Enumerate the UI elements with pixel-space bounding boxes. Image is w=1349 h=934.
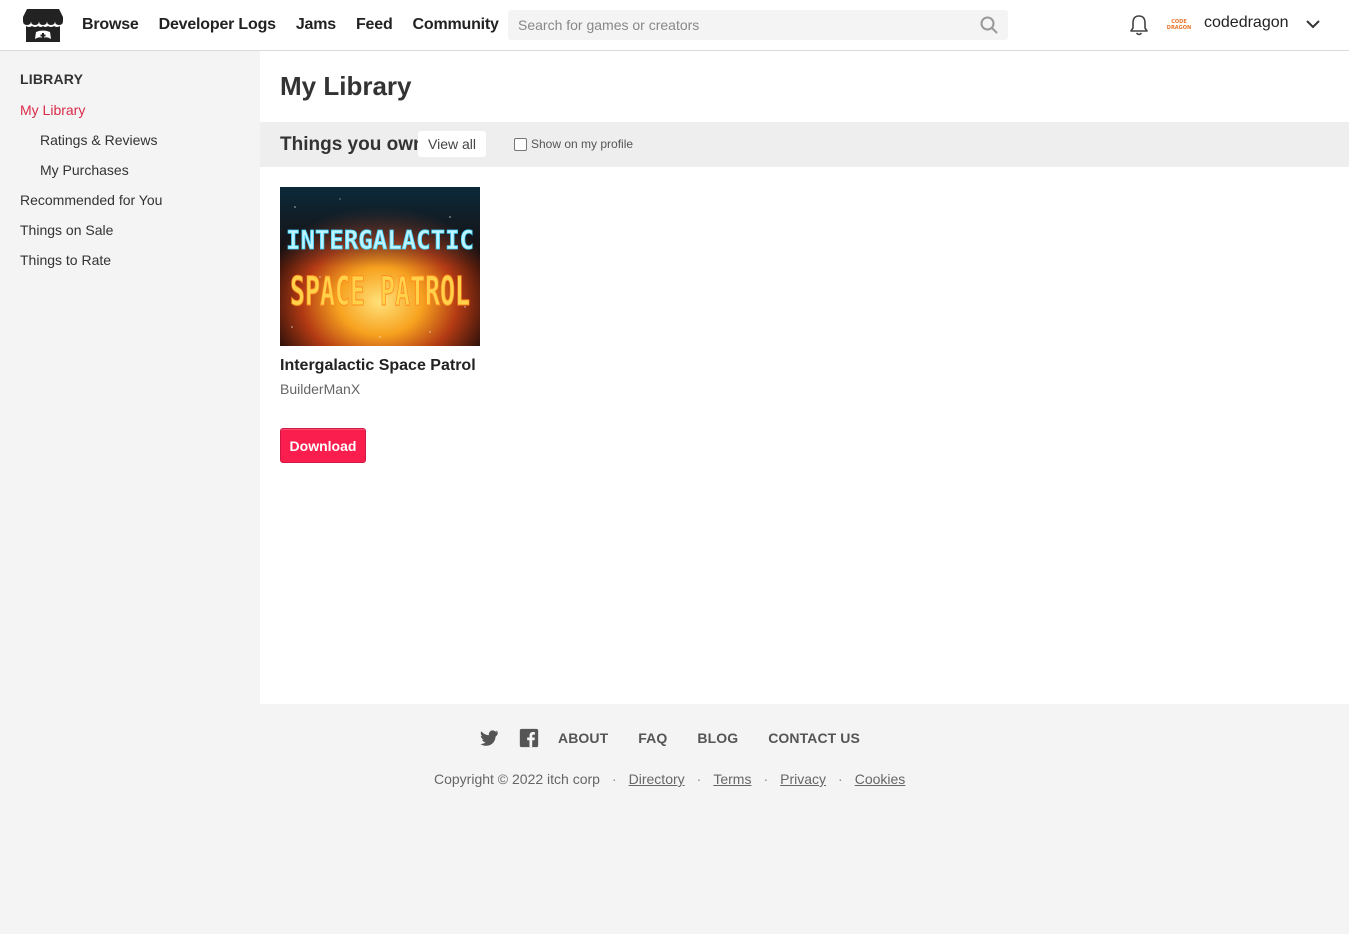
separator: · xyxy=(763,771,769,787)
username[interactable]: codedragon xyxy=(1204,14,1289,32)
footer-links: ABOUT FAQ BLOG CONTACT US xyxy=(478,727,890,749)
notification-bell-icon[interactable] xyxy=(1129,14,1149,36)
search-input[interactable] xyxy=(508,10,968,40)
chevron-down-icon[interactable] xyxy=(1305,18,1321,30)
footer-blog-link[interactable]: BLOG xyxy=(697,730,738,746)
search-icon[interactable] xyxy=(980,16,998,34)
sidebar-item-things-to-rate[interactable]: Things to Rate xyxy=(20,252,111,268)
footer-faq-link[interactable]: FAQ xyxy=(638,730,667,746)
separator: · xyxy=(696,771,702,787)
footer-directory-link[interactable]: Directory xyxy=(629,771,685,787)
main-nav: Browse Developer Logs Jams Feed Communit… xyxy=(82,0,519,50)
itchio-logo-icon[interactable] xyxy=(23,7,63,44)
avatar-text-2: DRAGON xyxy=(1166,25,1192,31)
sidebar-item-ratings-reviews[interactable]: Ratings & Reviews xyxy=(40,132,158,148)
sidebar-item-things-on-sale[interactable]: Things on Sale xyxy=(20,222,113,238)
main-content: My Library Things you own View all Show … xyxy=(260,51,1349,704)
game-cover-image[interactable]: INTERGALACTIC SPACE PATROL xyxy=(280,187,480,346)
sidebar-item-recommended[interactable]: Recommended for You xyxy=(20,192,162,208)
facebook-icon[interactable] xyxy=(518,727,540,749)
nav-community[interactable]: Community xyxy=(413,16,499,34)
footer-terms-link[interactable]: Terms xyxy=(713,771,751,787)
section-header: Things you own View all Show on my profi… xyxy=(260,122,1349,167)
avatar[interactable]: CODE DRAGON xyxy=(1167,13,1191,37)
sidebar-heading: LIBRARY xyxy=(20,71,84,87)
footer-copyright-line: Copyright © 2022 itch corp · Directory ·… xyxy=(434,771,905,787)
separator: · xyxy=(611,771,617,787)
top-header: Browse Developer Logs Jams Feed Communit… xyxy=(0,0,1349,51)
footer-contact-link[interactable]: CONTACT US xyxy=(768,730,860,746)
copyright-text: Copyright © 2022 itch corp xyxy=(434,771,600,787)
nav-developer-logs[interactable]: Developer Logs xyxy=(159,16,276,34)
sidebar: LIBRARY My Library Ratings & Reviews My … xyxy=(0,51,260,934)
section-title: Things you own xyxy=(280,134,425,155)
cover-title-line2: SPACE PATROL xyxy=(290,269,470,315)
show-on-profile-toggle[interactable]: Show on my profile xyxy=(514,137,633,151)
show-on-profile-checkbox[interactable] xyxy=(514,137,527,151)
sidebar-item-my-library[interactable]: My Library xyxy=(20,102,85,118)
cover-title-line1: INTERGALACTIC xyxy=(286,226,474,256)
game-title[interactable]: Intergalactic Space Patrol xyxy=(280,357,476,375)
page-title: My Library xyxy=(280,71,412,101)
download-button[interactable]: Download xyxy=(280,428,366,463)
separator: · xyxy=(838,771,843,787)
game-author[interactable]: BuilderManX xyxy=(280,381,360,397)
footer-cookies-link[interactable]: Cookies xyxy=(855,771,906,787)
nav-feed[interactable]: Feed xyxy=(356,16,393,34)
search-box xyxy=(508,10,1008,40)
view-all-button[interactable]: View all xyxy=(418,131,486,157)
nav-jams[interactable]: Jams xyxy=(296,16,336,34)
footer-about-link[interactable]: ABOUT xyxy=(558,730,608,746)
sidebar-item-my-purchases[interactable]: My Purchases xyxy=(40,162,129,178)
show-on-profile-label: Show on my profile xyxy=(531,137,634,151)
nav-browse[interactable]: Browse xyxy=(82,16,139,34)
twitter-icon[interactable] xyxy=(478,727,500,749)
footer-privacy-link[interactable]: Privacy xyxy=(780,771,826,787)
